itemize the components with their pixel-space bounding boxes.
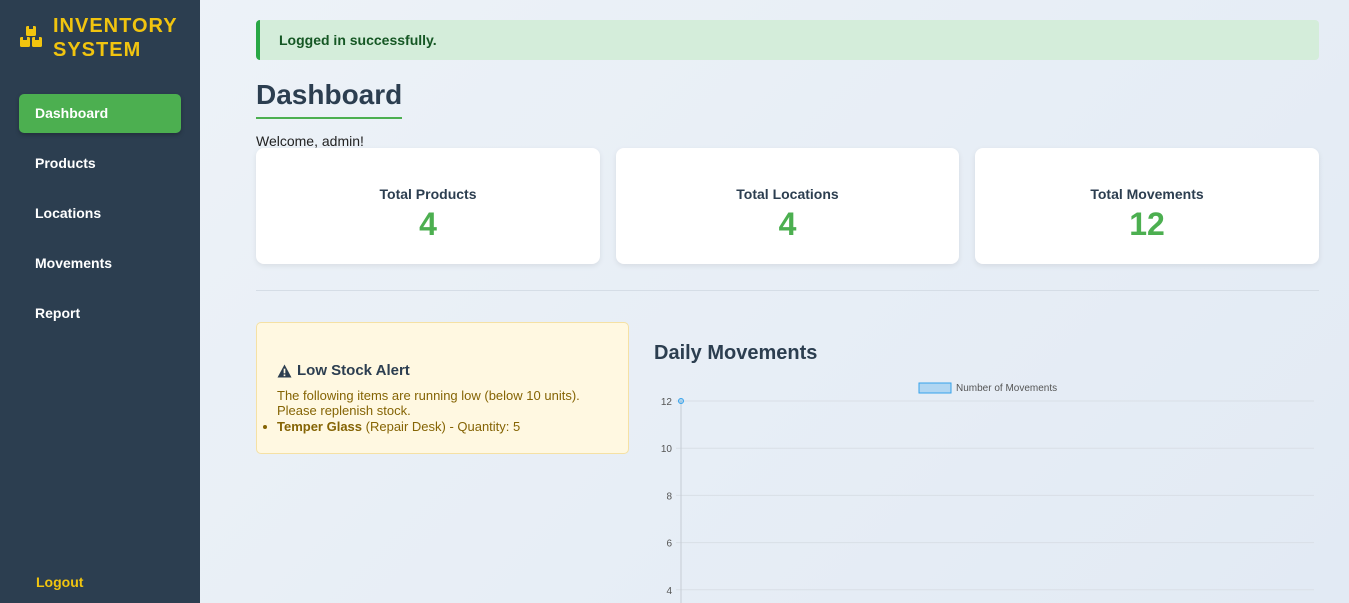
stat-value: 4 [419, 206, 437, 242]
page-title: Dashboard [256, 79, 403, 119]
stat-label: Total Products [379, 186, 477, 202]
chart-title: Daily Movements [654, 342, 818, 364]
alert-title-text: Low Stock Alert [297, 362, 410, 379]
sidebar-item-locations[interactable]: Locations [19, 194, 181, 233]
stat-value: 12 [1129, 206, 1165, 242]
warning-icon [277, 363, 292, 378]
low-stock-list: Temper Glass (Repair Desk) - Quantity: 5 [263, 419, 628, 434]
sidebar-item-movements[interactable]: Movements [19, 244, 181, 283]
stat-card-products: Total Products 4 [256, 148, 600, 264]
data-point [678, 398, 684, 404]
legend-label: Number of Movements [956, 383, 1057, 394]
stat-value: 4 [778, 206, 797, 242]
legend-swatch [918, 382, 952, 394]
sidebar-item-report[interactable]: Report [19, 294, 181, 333]
list-item: Temper Glass (Repair Desk) - Quantity: 5 [263, 419, 628, 434]
y-tick-label: 8 [666, 491, 672, 502]
brand-title: INVENTORY SYSTEM [53, 15, 178, 61]
item-detail: (Repair Desk) - Quantity: 5 [362, 419, 521, 434]
sidebar-item-dashboard[interactable]: Dashboard [19, 94, 181, 133]
alert-description: The following items are running low (bel… [277, 388, 580, 418]
y-tick-label: 12 [661, 397, 673, 408]
daily-movements-chart[interactable]: 12 10 8 6 4 Number of Movements [654, 378, 1319, 603]
item-name: Temper Glass [277, 419, 363, 434]
y-tick-label: 6 [666, 539, 672, 550]
stat-label: Total Movements [1090, 186, 1204, 202]
alert-title: Low Stock Alert [277, 362, 628, 379]
stat-card-movements: Total Movements 12 [975, 148, 1319, 264]
low-stock-alert: Low Stock Alert The following items are … [256, 322, 629, 454]
sidebar-item-products[interactable]: Products [19, 144, 181, 183]
boxes-icon [20, 26, 42, 47]
y-tick-label: 10 [661, 444, 673, 455]
section-divider [256, 290, 1319, 291]
stat-card-locations: Total Locations 4 [616, 148, 959, 264]
sidebar-nav: Dashboard Products Locations Movements R… [19, 94, 181, 344]
sidebar: INVENTORY SYSTEM Dashboard Products Loca… [0, 0, 200, 603]
flash-message: Logged in successfully. [256, 20, 1319, 60]
stat-label: Total Locations [736, 186, 839, 202]
chart-canvas: 12 10 8 6 4 Number of Movements [661, 382, 1314, 603]
welcome-text: Welcome, admin! [256, 133, 364, 149]
y-tick-label: 4 [666, 586, 672, 597]
brand[interactable]: INVENTORY SYSTEM [18, 14, 178, 62]
logout-link[interactable]: Logout [36, 574, 83, 590]
